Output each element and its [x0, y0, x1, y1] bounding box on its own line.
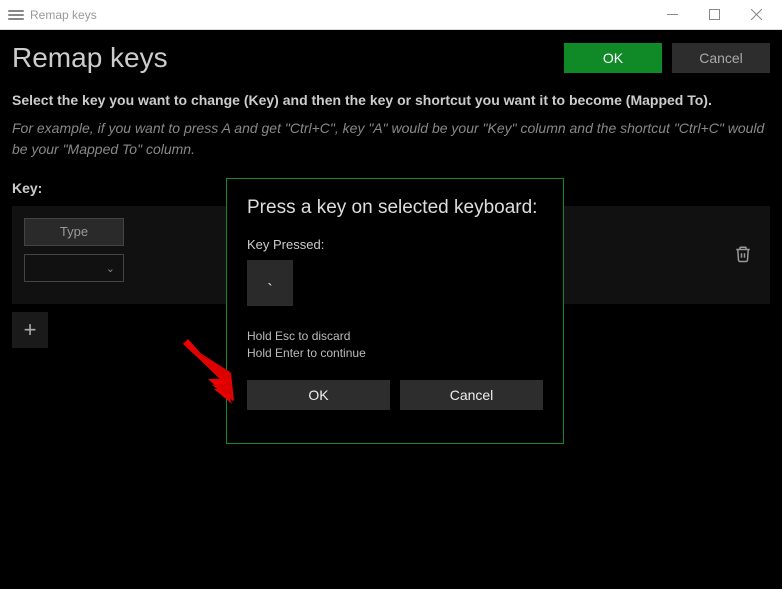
window-title: Remap keys [30, 8, 662, 22]
key-pressed-label: Key Pressed: [247, 237, 543, 252]
titlebar: Remap keys [0, 0, 782, 30]
key-press-modal: Press a key on selected keyboard: Key Pr… [226, 178, 564, 444]
modal-buttons: OK Cancel [247, 380, 543, 410]
key-dropdown[interactable]: ⌄ [24, 254, 124, 282]
header-buttons: OK Cancel [564, 43, 770, 73]
chevron-down-icon: ⌄ [106, 262, 115, 275]
app-icon [8, 10, 24, 20]
hint-continue: Hold Enter to continue [247, 345, 543, 362]
close-button[interactable] [746, 7, 766, 23]
maximize-button[interactable] [704, 7, 724, 23]
page-header: Remap keys OK Cancel [12, 42, 770, 74]
ok-button[interactable]: OK [564, 43, 662, 73]
page-title: Remap keys [12, 42, 168, 74]
minimize-button[interactable] [662, 7, 682, 23]
instructions-primary: Select the key you want to change (Key) … [12, 92, 770, 108]
modal-title: Press a key on selected keyboard: [247, 197, 543, 219]
add-mapping-button[interactable]: + [12, 312, 48, 348]
modal-ok-button[interactable]: OK [247, 380, 390, 410]
modal-hint: Hold Esc to discard Hold Enter to contin… [247, 328, 543, 362]
type-key-button[interactable]: Type [24, 218, 124, 246]
key-pressed-display: ` [247, 260, 293, 306]
window-controls [662, 7, 766, 23]
instructions-example: For example, if you want to press A and … [12, 118, 770, 160]
modal-cancel-button[interactable]: Cancel [400, 380, 543, 410]
cancel-button[interactable]: Cancel [672, 43, 770, 73]
hint-discard: Hold Esc to discard [247, 328, 543, 345]
delete-row-button[interactable] [734, 244, 752, 269]
